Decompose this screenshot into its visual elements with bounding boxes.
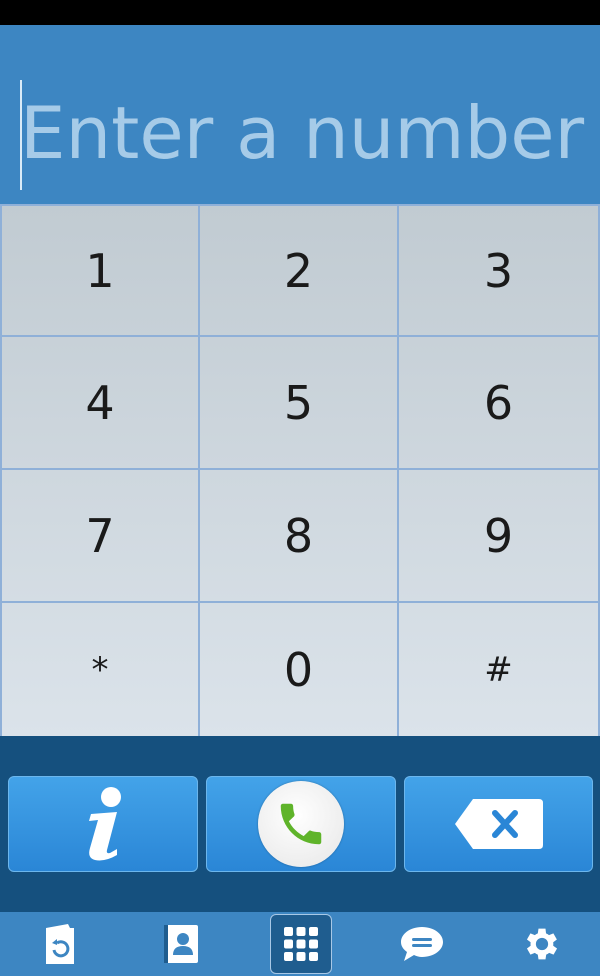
number-input[interactable] <box>20 75 590 190</box>
key-0[interactable]: 0 <box>200 603 399 738</box>
key-label: 1 <box>85 243 115 298</box>
dialer-app: 1 2 3 4 5 6 7 8 9 * 0 # <box>0 0 600 976</box>
backspace-button[interactable] <box>404 776 593 872</box>
key-hash[interactable]: # <box>399 603 600 738</box>
phone-icon <box>280 803 322 845</box>
key-8[interactable]: 8 <box>200 470 399 603</box>
key-5[interactable]: 5 <box>200 337 399 470</box>
key-6[interactable]: 6 <box>399 337 600 470</box>
settings-icon <box>526 928 558 960</box>
key-label: 4 <box>85 375 115 430</box>
number-display <box>0 25 600 204</box>
key-label: 2 <box>283 243 314 298</box>
call-button[interactable] <box>206 776 396 872</box>
key-label: 7 <box>85 508 115 563</box>
recents-icon <box>46 924 74 964</box>
keypad: 1 2 3 4 5 6 7 8 9 * 0 # <box>0 204 600 738</box>
key-7[interactable]: 7 <box>0 470 200 603</box>
key-1[interactable]: 1 <box>0 206 200 337</box>
key-star[interactable]: * <box>0 603 200 738</box>
key-label: 5 <box>283 375 314 430</box>
action-bar <box>0 736 600 912</box>
key-2[interactable]: 2 <box>200 206 399 337</box>
key-4[interactable]: 4 <box>0 337 200 470</box>
key-9[interactable]: 9 <box>399 470 600 603</box>
key-label: * <box>91 649 109 690</box>
nav-messages[interactable] <box>390 912 454 976</box>
nav-recents[interactable] <box>28 912 92 976</box>
nav-dialpad[interactable] <box>270 914 332 974</box>
messages-icon <box>401 927 443 961</box>
bottom-nav <box>0 912 600 976</box>
contacts-icon <box>164 925 198 963</box>
key-label: 3 <box>483 243 514 298</box>
nav-settings[interactable] <box>510 912 574 976</box>
dialpad-icon <box>284 927 318 961</box>
key-label: # <box>484 649 513 690</box>
info-button[interactable] <box>8 776 198 872</box>
key-label: 8 <box>283 508 314 563</box>
key-3[interactable]: 3 <box>399 206 600 337</box>
nav-contacts[interactable] <box>148 912 212 976</box>
key-label: 0 <box>283 642 314 697</box>
call-circle <box>258 781 344 867</box>
status-bar <box>0 0 600 25</box>
key-label: 6 <box>483 375 514 430</box>
backspace-icon <box>454 799 543 849</box>
info-icon <box>89 787 121 861</box>
key-label: 9 <box>483 508 514 563</box>
